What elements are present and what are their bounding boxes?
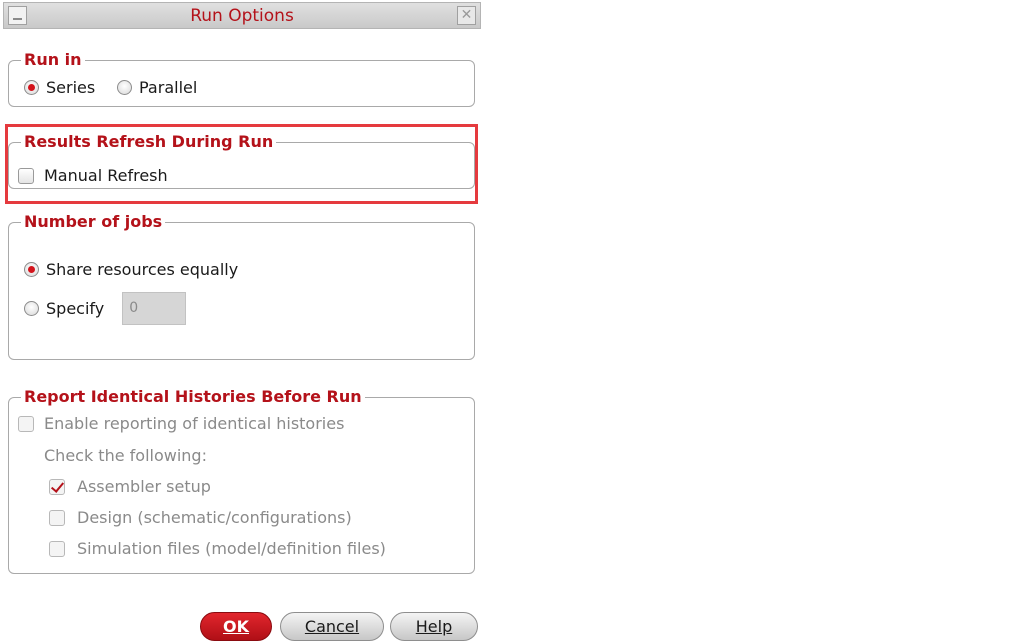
report-histories-group: Report Identical Histories Before Run En… [8,387,475,574]
design-check-icon[interactable] [49,509,65,526]
close-icon[interactable]: ✕ [457,6,476,25]
enable-reporting-check-icon[interactable] [18,415,34,432]
radio-series-icon[interactable] [24,80,39,95]
help-button[interactable]: Help [390,612,478,641]
check-following-label: Check the following: [44,446,207,465]
radio-parallel-label: Parallel [139,78,198,97]
ok-button-label: OK [223,617,249,636]
cancel-button[interactable]: Cancel [280,612,384,641]
assembler-setup-checkbox[interactable]: Assembler setup [49,477,211,496]
assembler-setup-check-icon[interactable] [49,478,65,495]
radio-parallel[interactable]: Parallel [117,78,197,97]
specify-label: Specify [46,299,105,318]
enable-reporting-label: Enable reporting of identical histories [44,414,345,433]
cancel-button-label: Cancel [304,617,360,636]
radio-share-resources[interactable]: Share resources equally [24,260,238,279]
ok-button[interactable]: OK [200,612,272,641]
number-of-jobs-legend: Number of jobs [21,212,166,232]
assembler-setup-label: Assembler setup [77,477,211,496]
simulation-files-label: Simulation files (model/definition files… [77,539,386,558]
window-title: Run Options [190,6,294,26]
radio-parallel-icon[interactable] [117,80,132,95]
run-in-legend: Run in [21,50,85,70]
enable-reporting-checkbox[interactable]: Enable reporting of identical histories [18,414,344,433]
share-resources-label: Share resources equally [46,260,239,279]
highlight-box [5,124,478,204]
radio-specify[interactable]: Specify 0 [24,292,187,325]
radio-share-icon[interactable] [24,262,39,277]
design-label: Design (schematic/configurations) [77,508,352,527]
run-in-group: Run in Series Parallel [8,50,475,107]
run-options-dialog: Run Options ✕ Run in Series Parallel Res… [0,0,483,644]
radio-series-label: Series [46,78,96,97]
specify-jobs-input[interactable]: 0 [122,292,187,325]
simulation-files-checkbox[interactable]: Simulation files (model/definition files… [49,539,386,558]
simulation-files-check-icon[interactable] [49,540,65,557]
design-checkbox[interactable]: Design (schematic/configurations) [49,508,352,527]
title-bar[interactable]: Run Options ✕ [3,2,481,29]
help-button-label: Help [415,617,453,636]
report-histories-legend: Report Identical Histories Before Run [21,387,365,407]
number-of-jobs-group: Number of jobs Share resources equally S… [8,212,475,360]
radio-series[interactable]: Series [24,78,95,97]
radio-specify-icon[interactable] [24,301,39,316]
